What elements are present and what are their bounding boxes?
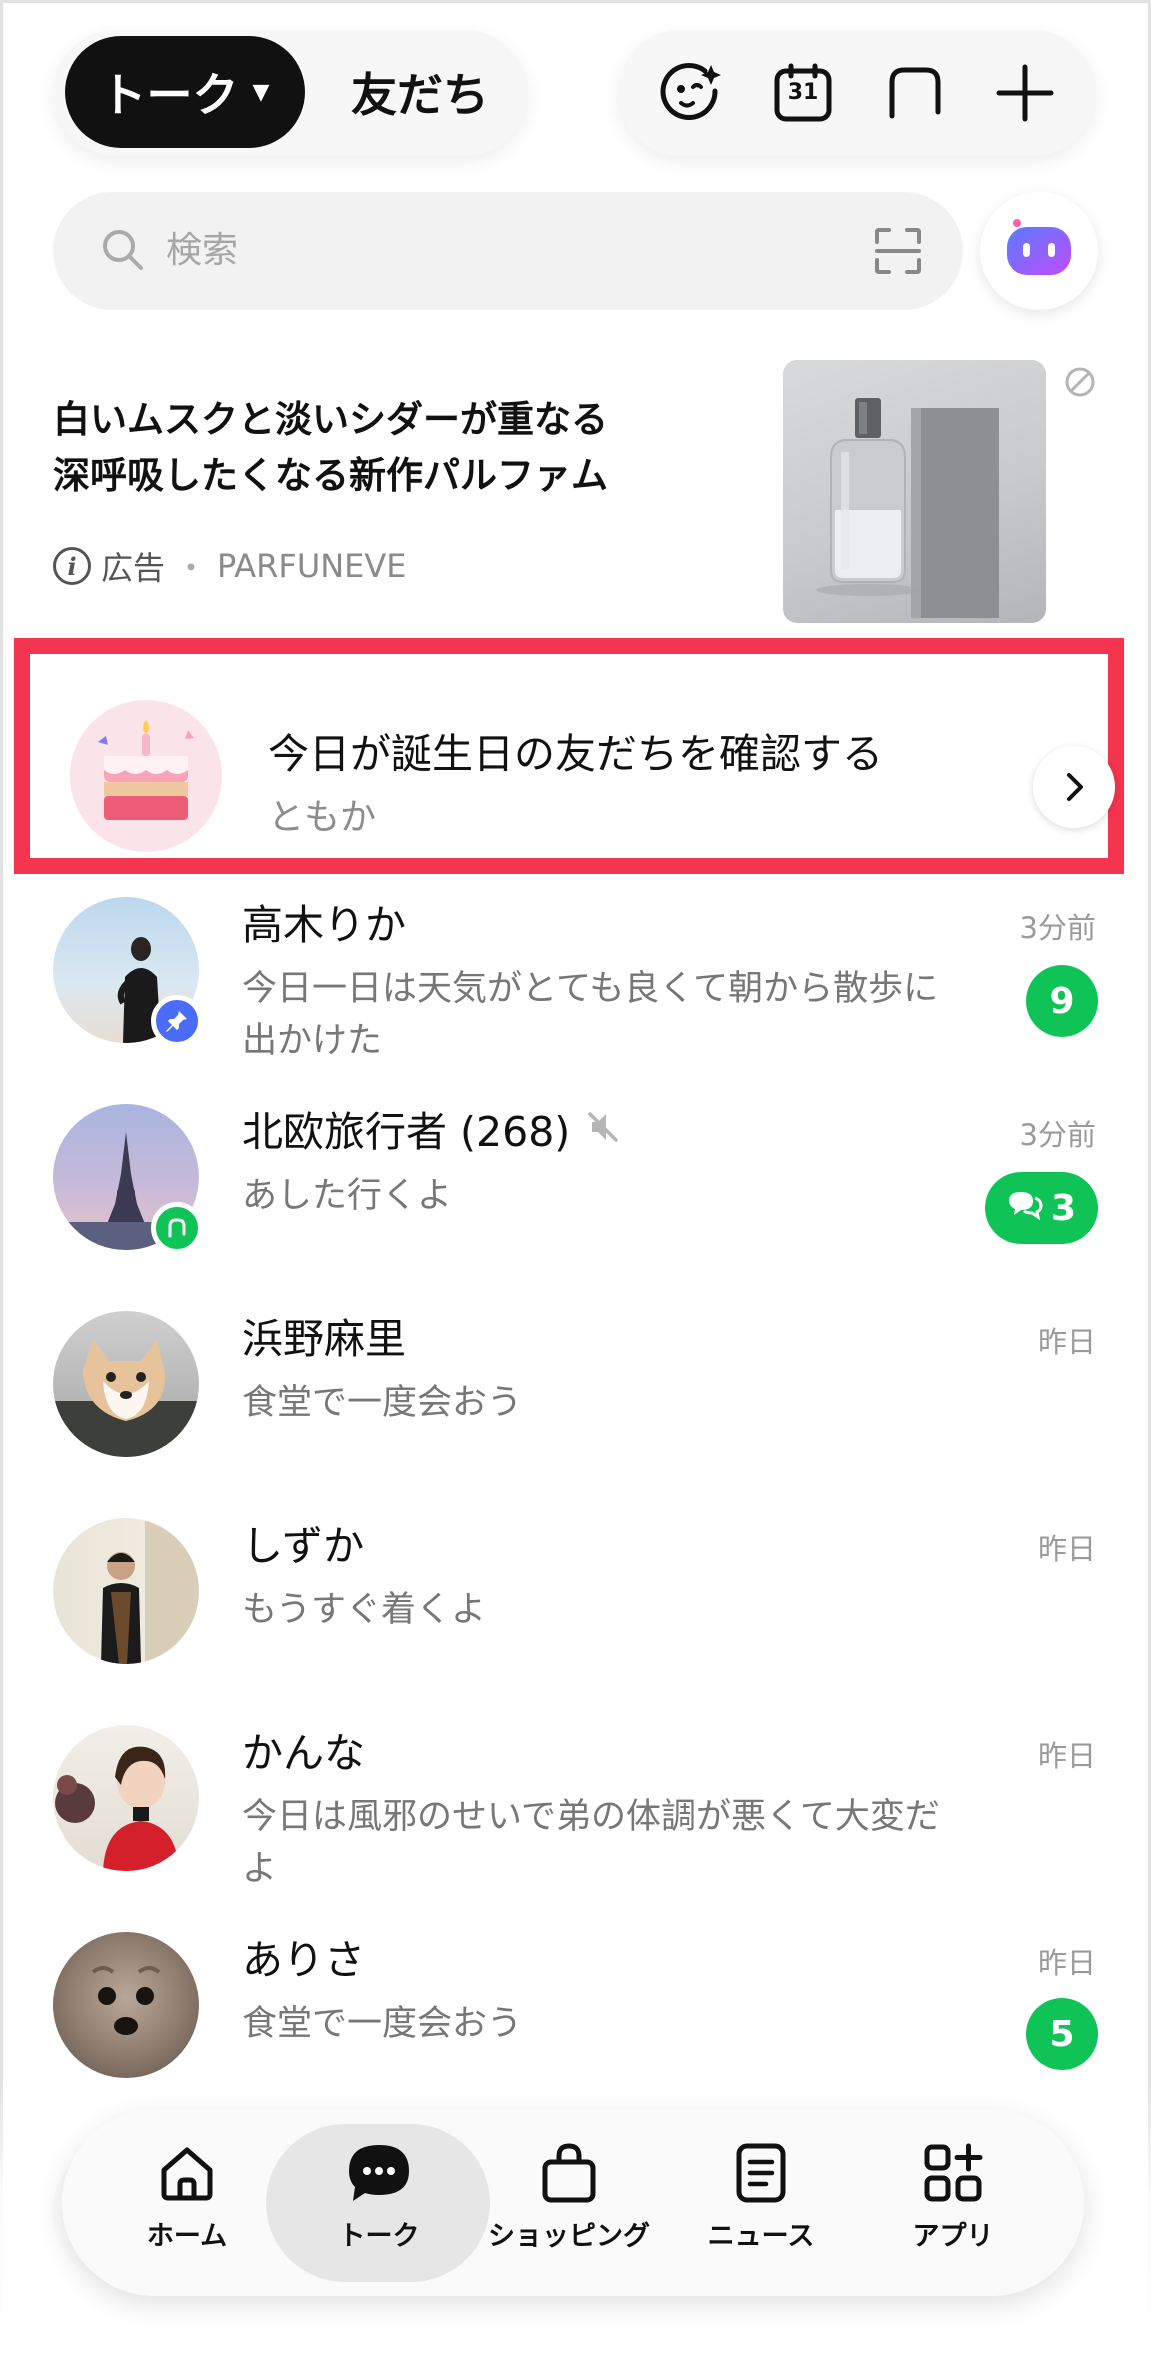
mute-icon [584,1104,622,1160]
unread-badge: 5 [1026,1998,1098,2070]
chat-time: 昨日 [1037,1739,1096,1773]
birthday-banner[interactable]: 今日が誕生日の友だちを確認する ともか [14,638,1124,874]
chat-last-message: もうすぐ着くよ [242,1590,486,1630]
ad-image[interactable] [783,360,1046,623]
avatar [53,1311,199,1457]
chat-time: 3分前 [1019,1118,1096,1152]
tab-friends[interactable]: 友だち [325,36,515,148]
ad-label: 広告 [101,549,166,587]
chat-row[interactable]: 高木りか 今日一日は天気がとても良くて朝から散歩に出かけた 3分前 9 [0,897,1151,1103]
chat-last-message: あした行くよ [242,1176,453,1216]
nav-apps-label: アプリ [912,2221,994,2252]
birthday-cake-icon [70,700,222,852]
search-bar[interactable]: 検索 [53,192,963,310]
header-actions: 31 [618,30,1096,156]
nav-apps[interactable]: アプリ [858,2138,1048,2268]
chat-name: しずか [242,1518,364,1574]
chat-row[interactable]: しずか もうすぐ着くよ 昨日 [0,1518,1151,1724]
ad-brand: PARFUNEVE [217,547,407,585]
ad-hide-icon[interactable] [1063,365,1097,403]
avatar [53,1932,199,2078]
avatar [53,1725,199,1871]
caret-down-icon: ▼ [252,79,270,105]
chat-name-text: 高木りか [242,901,406,949]
tab-talk-label: トーク [100,68,239,122]
search-input[interactable]: 検索 [166,220,238,282]
chat-time: 昨日 [1037,1532,1096,1566]
chat-name: かんな [242,1725,365,1781]
ai-assistant-button[interactable] [980,192,1098,310]
apps-icon [918,2138,988,2208]
bottom-nav: ホーム トーク ショッピング ニュース アプリ [62,2110,1084,2296]
unread-count: 5 [1049,2013,1075,2055]
nav-news[interactable]: ニュース [666,2138,856,2268]
chat-time: 3分前 [1019,911,1096,945]
chat-name: 北欧旅行者 (268) [242,1104,622,1160]
face-sparkle-icon[interactable] [656,58,726,128]
chat-row[interactable]: かんな 今日は風邪のせいで弟の体調が悪くて大変だよ 昨日 [0,1725,1151,1931]
talk-friends-switch: トーク ▼ 友だち [53,30,528,156]
chat-name-text: 浜野麻里 [242,1315,406,1363]
tab-friends-label: 友だち [351,68,489,122]
chat-last-message: 食堂で一度会おう [242,1383,523,1423]
avatar [53,1518,199,1664]
chat-time: 昨日 [1037,1325,1096,1359]
birthday-friend-name: ともか [268,797,377,838]
search-icon [99,226,147,278]
chat-row[interactable]: 浜野麻里 食堂で一度会おう 昨日 [0,1311,1151,1517]
ad-title-line1: 白いムスクと淡いシダーが重なる [53,398,608,441]
news-icon [726,2138,796,2208]
chat-name-text: しずか [242,1522,365,1570]
chat-row[interactable]: 北欧旅行者 (268) あした行くよ 3分前 3 [0,1104,1151,1310]
nav-shopping-label: ショッピング [488,2221,650,2252]
ai-assistant-icon [1003,217,1075,285]
chat-name-text: 北欧旅行者 (268) [242,1108,571,1156]
chat-last-message: 食堂で一度会おう [242,2004,523,2044]
chevron-right-icon[interactable] [1033,746,1115,828]
nav-home[interactable]: ホーム [92,2138,282,2268]
calendar-day: 31 [787,80,819,105]
chat-time: 昨日 [1037,1946,1096,1980]
pin-icon [151,995,203,1047]
chat-last-message: 今日一日は天気がとても良くて朝から散歩に出かけた [242,969,939,1061]
unread-count: 3 [1050,1187,1076,1229]
chat-name: ありさ [242,1932,365,1988]
chat-last-message: 今日は風邪のせいで弟の体調が悪くて大変だよ [242,1797,940,1889]
chat-bubble-icon [344,2138,414,2208]
thread-icon [1007,1188,1043,1229]
plus-icon[interactable] [990,58,1060,128]
nav-shopping[interactable]: ショッピング [474,2138,664,2268]
chat-name: 浜野麻里 [242,1311,406,1367]
unread-badge: 9 [1026,965,1098,1037]
nav-talk-label: トーク [338,2221,420,2252]
chat-name: 高木りか [242,897,406,953]
unread-count: 9 [1049,980,1075,1022]
nav-news-label: ニュース [707,2221,815,2252]
info-icon[interactable]: i [53,547,91,585]
ad-separator: ・ [175,549,208,587]
ad-title[interactable]: 白いムスクと淡いシダーが重なる 深呼吸したくなる新作パルファム [53,392,733,504]
new-chat-icon[interactable] [880,58,950,128]
nav-talk[interactable]: トーク [284,2138,474,2268]
nav-home-label: ホーム [146,2221,228,2252]
tab-talk[interactable]: トーク ▼ [65,36,305,148]
shopping-bag-icon [534,2138,604,2208]
birthday-title: 今日が誕生日の友だちを確認する [268,730,883,778]
ad-title-line2: 深呼吸したくなる新作パルファム [53,454,608,497]
group-icon [151,1202,203,1254]
qr-scan-icon[interactable] [873,226,923,280]
unread-badge: 3 [984,1172,1098,1244]
chat-name-text: ありさ [242,1936,365,1984]
chat-name-text: かんな [242,1729,365,1777]
ad-meta: i 広告 ・ PARFUNEVE [53,540,407,592]
calendar-icon[interactable]: 31 [768,58,838,128]
home-icon [152,2138,222,2208]
